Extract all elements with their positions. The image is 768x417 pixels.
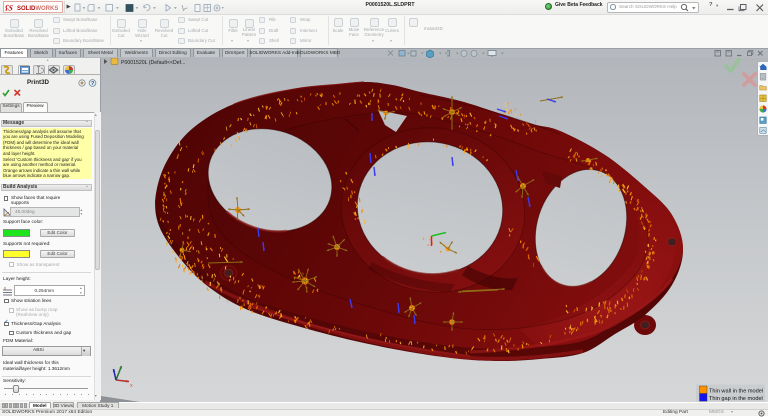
svg-text:ʕS: ʕS — [5, 3, 15, 12]
svg-text:Thin wall in the model: Thin wall in the model — [709, 389, 763, 395]
svg-text:P0001520L (Default<<Def...: P0001520L (Default<<Def... — [121, 60, 185, 66]
svg-text:x: x — [130, 383, 133, 389]
svg-text:SOLIDWORKS: SOLIDWORKS — [17, 6, 58, 12]
